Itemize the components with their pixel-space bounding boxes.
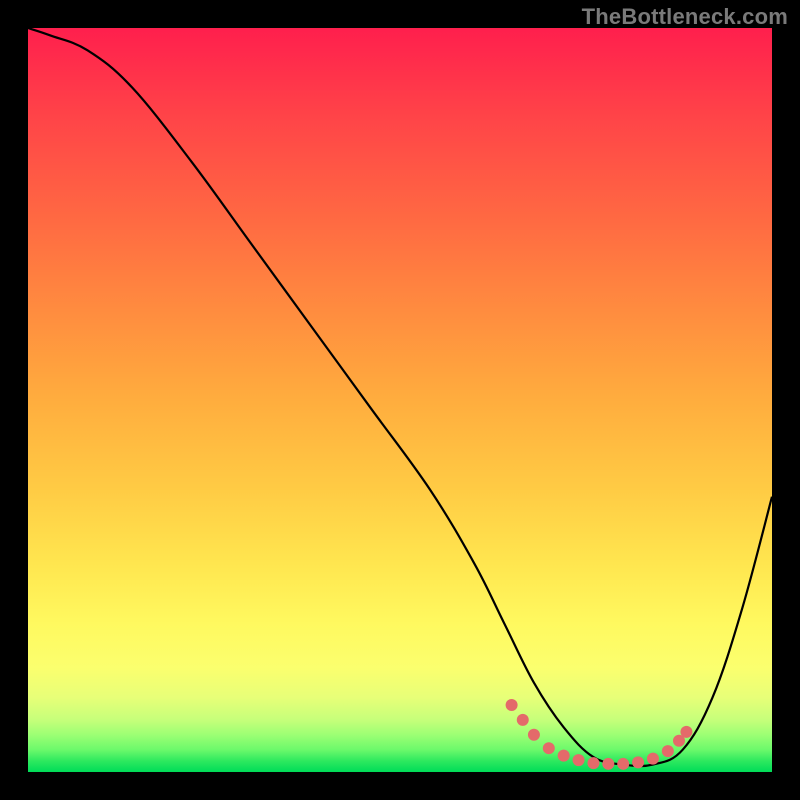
marker-dot [680,726,692,738]
marker-dot [617,758,629,770]
marker-dot [517,714,529,726]
marker-dot [662,745,674,757]
marker-dot [573,754,585,766]
marker-dot [587,757,599,769]
chart-svg [28,28,772,772]
marker-dot [558,750,570,762]
marker-dot [647,753,659,765]
marker-dot [506,699,518,711]
watermark-text: TheBottleneck.com [582,4,788,30]
marker-dot [632,756,644,768]
chart-area [28,28,772,772]
marker-dot [543,742,555,754]
marker-dot [602,758,614,770]
bottleneck-curve [28,28,772,766]
marker-dot [528,729,540,741]
